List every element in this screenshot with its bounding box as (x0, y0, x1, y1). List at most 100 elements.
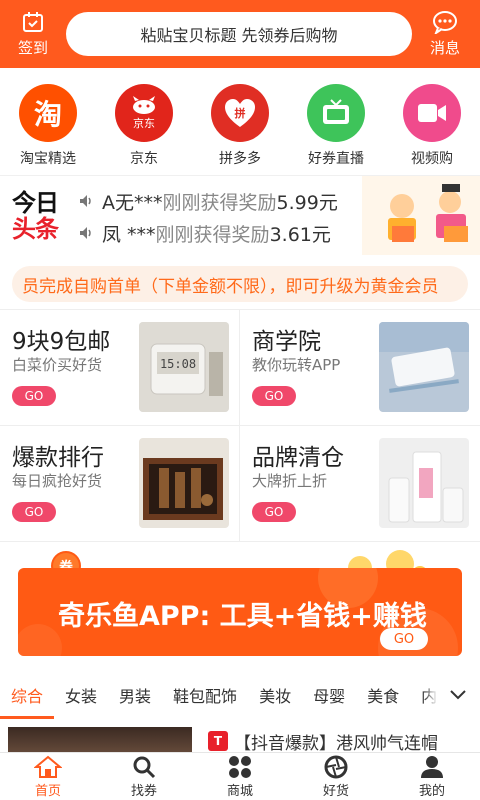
feature-subtitle: 每日疯抢好货 (12, 472, 103, 490)
feature-title: 爆款排行 (12, 445, 104, 471)
nav-label: 找券 (130, 783, 157, 799)
app-screen: 签到 粘贴宝贝标题 先领券后购物 消息 淘 淘宝精选 京东 京东 拼 拼多多 好… (0, 0, 480, 800)
category-label: 拼多多 (219, 151, 261, 167)
search-icon (133, 756, 156, 778)
toutiao-line2: 头条 (12, 215, 59, 243)
heart-icon: 拼 (225, 99, 255, 127)
category-taobao[interactable]: 淘 淘宝精选 (3, 84, 93, 168)
category-label: 好券直播 (308, 151, 364, 167)
banner-section: 券 奇乐鱼APP: 工具+省钱+赚钱 GO (0, 541, 480, 671)
bottom-nav: 首页 找券 商城 好货 我的 (0, 752, 480, 800)
feature-subtitle: 白菜价买好货 (12, 356, 103, 374)
news-text: 刚刚获得奖励 (155, 223, 270, 246)
nav-home[interactable]: 首页 (0, 753, 96, 800)
speaker-icon (80, 227, 91, 239)
chevron-down-icon (450, 690, 466, 700)
tab-food[interactable]: 美食 (356, 671, 410, 719)
checkin-label: 签到 (17, 39, 48, 57)
speaker-icon (80, 195, 91, 207)
feature-title: 商学院 (252, 329, 321, 355)
message-label: 消息 (429, 39, 460, 57)
checkin-button[interactable]: 签到 (0, 0, 66, 68)
go-button[interactable]: GO (252, 502, 296, 522)
product-list-item[interactable]: T 【抖音爆款】港风帅气连帽 (0, 719, 480, 752)
feature-9-9[interactable]: 9块9包邮 白菜价买好货 GO 15:08 (0, 310, 239, 425)
feature-subtitle: 教你玩转APP (252, 356, 341, 374)
tab-womens[interactable]: 女装 (54, 671, 108, 719)
search-input[interactable]: 粘贴宝贝标题 先领券后购物 (66, 12, 412, 56)
news-text: 刚刚获得奖励 (162, 191, 277, 214)
feature-brand-clearance[interactable]: 品牌清仓 大牌折上折 GO (240, 426, 479, 541)
search-placeholder: 粘贴宝贝标题 先领券后购物 (140, 26, 338, 45)
nav-mall[interactable]: 商城 (192, 753, 288, 800)
news-ticker[interactable]: 今日 头条 A无*** 刚刚获得奖励 5.99元 凤 *** 刚刚获得奖励 3.… (0, 175, 480, 256)
nav-label: 我的 (418, 783, 445, 799)
gift-people-illustration (362, 176, 480, 256)
aperture-icon (324, 755, 348, 778)
video-camera-icon (403, 84, 461, 142)
go-button[interactable]: GO (12, 386, 56, 406)
jd-glyph: 京东 (133, 117, 155, 130)
tab-beauty[interactable]: 美妆 (248, 671, 302, 719)
banner-title: 奇乐鱼APP: 工具+省钱+赚钱 (58, 601, 427, 632)
taobao-logo-icon: 淘 (19, 84, 77, 142)
category-label: 京东 (130, 151, 158, 167)
grid-divider (239, 310, 240, 542)
tab-mens[interactable]: 男装 (108, 671, 162, 719)
tab-all[interactable]: 综合 (0, 671, 55, 719)
tv-icon (307, 84, 365, 142)
message-button[interactable]: 消息 (412, 0, 478, 68)
toutiao-logo: 今日 头条 (12, 190, 68, 242)
product-image (8, 727, 192, 752)
category-live[interactable]: 好券直播 (291, 84, 381, 168)
feature-hot-ranking[interactable]: 爆款排行 每日疯抢好货 GO (0, 426, 239, 541)
top-header: 签到 粘贴宝贝标题 先领券后购物 消息 (0, 0, 480, 68)
cosmetics-photo (379, 438, 469, 528)
news-item: 凤 *** 刚刚获得奖励 3.61元 (78, 218, 331, 248)
jd-dog-icon (133, 96, 155, 114)
nav-find-coupons[interactable]: 找券 (96, 753, 192, 800)
pencil-case-photo (379, 322, 469, 412)
category-video[interactable]: 视频购 (387, 84, 477, 168)
promo-banner[interactable]: 奇乐鱼APP: 工具+省钱+赚钱 GO (18, 568, 462, 656)
news-item: A无*** 刚刚获得奖励 5.99元 (78, 186, 338, 216)
go-button[interactable]: GO (12, 502, 56, 522)
nav-label: 好货 (322, 783, 349, 799)
clock-speaker-photo: 15:08 (139, 322, 229, 412)
skincare-set-photo (139, 438, 229, 528)
category-jd[interactable]: 京东 京东 (99, 84, 189, 168)
product-title: 【抖音爆款】港风帅气连帽 (234, 734, 438, 752)
toutiao-line1: 今日 (12, 189, 59, 217)
news-amount: 3.61元 (269, 223, 331, 246)
category-label: 淘宝精选 (20, 151, 76, 167)
go-button[interactable]: GO (252, 386, 296, 406)
category-row: 淘 淘宝精选 京东 京东 拼 拼多多 好券直播 视频购 (0, 68, 480, 175)
category-tabs: 综合 女装 男装 鞋包配饰 美妆 母婴 美食 内衣 (0, 671, 480, 719)
nav-mine[interactable]: 我的 (384, 753, 480, 800)
expand-tabs-button[interactable] (436, 671, 480, 719)
clock-display: 15:08 (160, 357, 196, 371)
pinduoduo-glyph: 拼 (235, 106, 246, 120)
grid-icon (229, 755, 251, 778)
tmall-badge: T (208, 731, 228, 751)
calendar-check-icon (23, 12, 43, 32)
pinduoduo-logo-icon: 拼 (211, 84, 269, 142)
news-name: A无*** (102, 191, 163, 214)
tab-baby[interactable]: 母婴 (302, 671, 356, 719)
feature-title: 品牌清仓 (252, 445, 344, 471)
banner-go-button[interactable]: GO (380, 628, 428, 650)
nav-label: 商城 (226, 783, 253, 799)
chat-bubble-icon (433, 11, 457, 34)
feature-grid: 9块9包邮 白菜价买好货 GO 15:08 商学院 教你玩转APP GO 爆款排… (0, 309, 480, 542)
feature-business-school[interactable]: 商学院 教你玩转APP GO (240, 310, 479, 425)
category-label: 视频购 (411, 151, 453, 167)
nav-label: 首页 (34, 783, 61, 799)
notice-marquee[interactable]: 员完成自购首单（下单金额不限），即可升级为黄金会员 (12, 266, 468, 302)
tab-shoes-bags[interactable]: 鞋包配饰 (162, 671, 248, 719)
news-amount: 5.99元 (276, 191, 338, 214)
category-pinduoduo[interactable]: 拼 拼多多 (195, 84, 285, 168)
notice-text: 员完成自购首单（下单金额不限），即可升级为黄金会员 (22, 276, 439, 297)
nav-good-items[interactable]: 好货 (288, 753, 384, 800)
tab-scroll[interactable]: 综合 女装 男装 鞋包配饰 美妆 母婴 美食 内衣 (0, 671, 440, 719)
home-icon (34, 755, 62, 778)
